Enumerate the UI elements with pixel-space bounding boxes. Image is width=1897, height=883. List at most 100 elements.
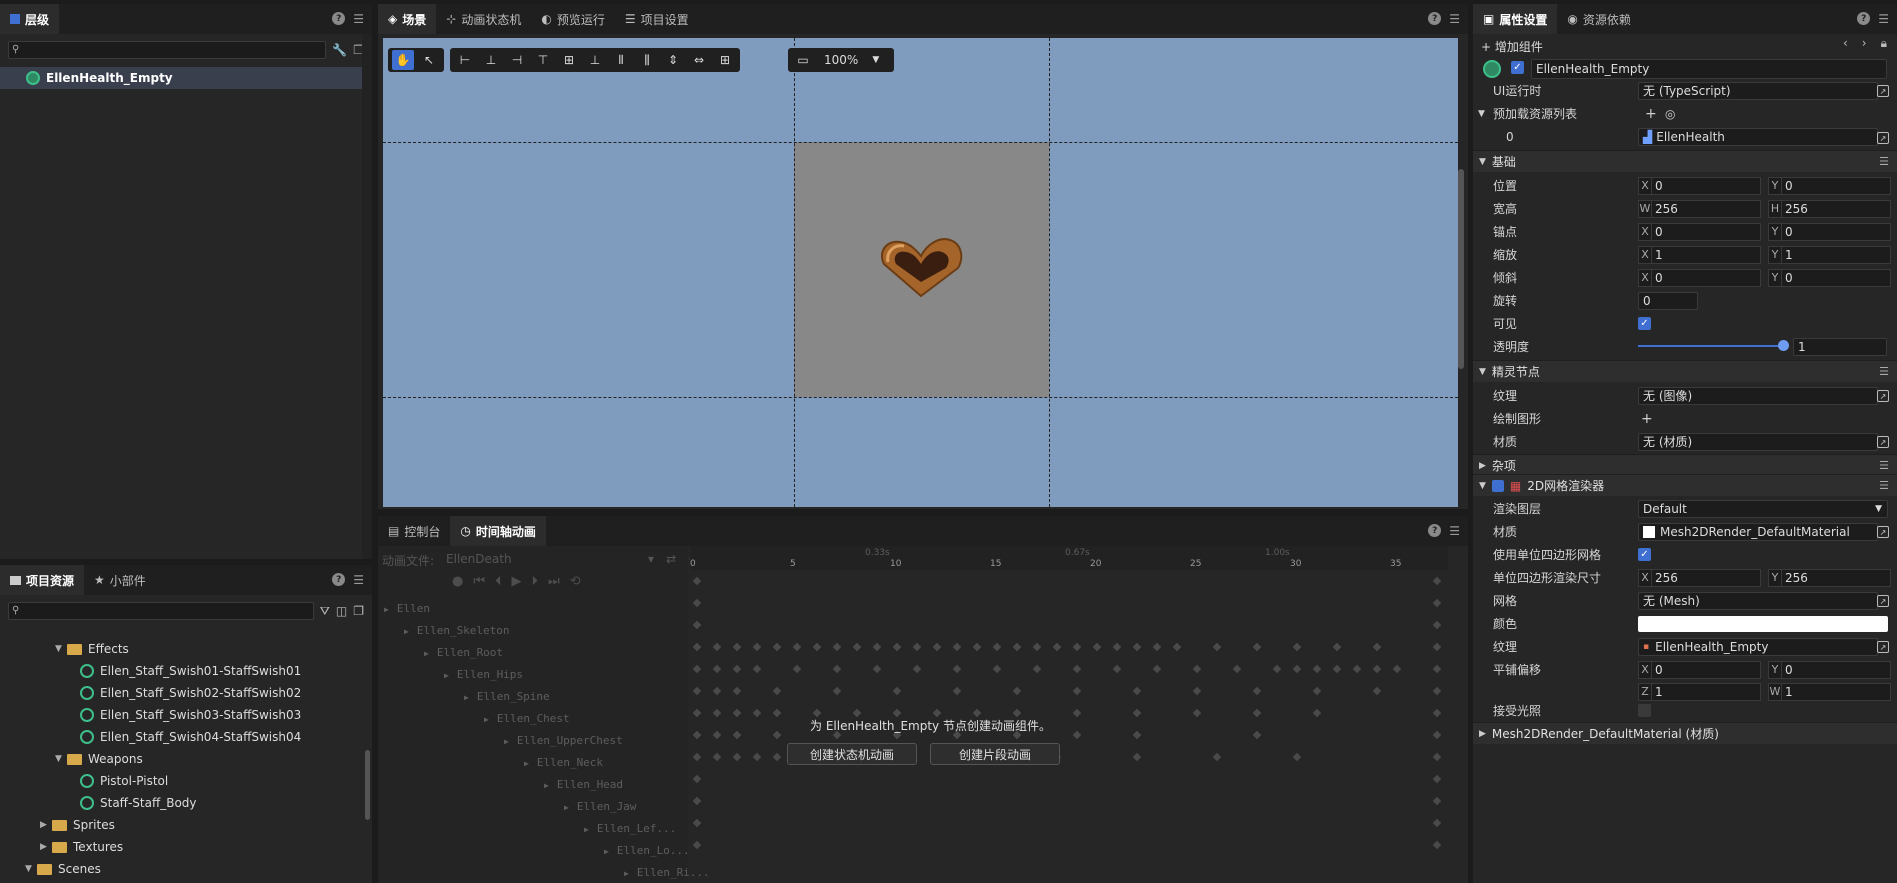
keyframe-diamond[interactable]	[1132, 708, 1142, 718]
keyframe-diamond[interactable]	[692, 576, 702, 586]
menu-icon[interactable]: ☰	[353, 573, 364, 587]
settings-icon[interactable]: ◎	[1665, 107, 1675, 121]
link-icon[interactable]: ↗	[1877, 436, 1889, 448]
asset-tree-item[interactable]: ▼ Scenes	[0, 858, 372, 880]
bone-row[interactable]: ▶ Ellen_Hips	[444, 668, 523, 686]
keyframe-diamond[interactable]	[952, 664, 962, 674]
keyframe-diamond[interactable]	[1152, 642, 1162, 652]
tab-dependencies[interactable]: ◉ 资源依赖	[1557, 4, 1641, 34]
bone-row[interactable]: ▶ Ellen_Neck	[524, 756, 603, 774]
keyframe-diamond[interactable]	[692, 730, 702, 740]
keyframe-diamond[interactable]	[1352, 664, 1362, 674]
node-name-input[interactable]: EllenHealth_Empty	[1531, 59, 1887, 79]
keyframe-diamond[interactable]	[752, 752, 762, 762]
bone-row[interactable]: ▶ Ellen_Chest	[484, 712, 570, 730]
play-icon[interactable]: ▶	[512, 574, 522, 589]
asset-tree-item[interactable]: ▼ Effects	[0, 638, 372, 660]
keyframe-diamond[interactable]	[1112, 664, 1122, 674]
tab-console[interactable]: ▤ 控制台	[378, 516, 450, 546]
keyframe-diamond[interactable]	[1432, 642, 1442, 652]
keyframe-diamond[interactable]	[1292, 752, 1302, 762]
prev-frame-icon[interactable]: ⏴	[495, 574, 502, 589]
tiling-w-field[interactable]: W1	[1768, 682, 1891, 701]
keyframe-diamond[interactable]	[732, 686, 742, 696]
tiling-x-field[interactable]: X0	[1638, 660, 1761, 679]
quad-x-field[interactable]: X 256	[1638, 568, 1761, 587]
skew-y-field[interactable]: Y0	[1768, 268, 1891, 287]
keyframe-diamond[interactable]	[1072, 664, 1082, 674]
screen-button[interactable]: ▭	[792, 50, 814, 70]
keyframe-diamond[interactable]	[1132, 752, 1142, 762]
alpha-field[interactable]: 1	[1793, 337, 1887, 356]
heart-sprite[interactable]	[878, 234, 964, 300]
slider-thumb[interactable]	[1778, 340, 1789, 351]
keyframe-diamond[interactable]	[692, 686, 702, 696]
keyframe-diamond[interactable]	[832, 664, 842, 674]
add-icon[interactable]: +	[1645, 106, 1657, 122]
keyframe-diamond[interactable]	[1012, 708, 1022, 718]
tab-hierarchy[interactable]: 层级	[0, 4, 60, 34]
section-sprite[interactable]: ▼ 精灵节点 ☰	[1473, 360, 1897, 382]
keyframe-diamond[interactable]	[1252, 730, 1262, 740]
anim-file-value[interactable]: EllenDeath	[446, 552, 636, 569]
keyframe-diamond[interactable]	[972, 642, 982, 652]
keyframe-diamond[interactable]	[692, 642, 702, 652]
keyframe-diamond[interactable]	[772, 730, 782, 740]
section-basic[interactable]: ▼ 基础 ☰	[1473, 150, 1897, 172]
link-icon[interactable]: ↗	[1877, 85, 1889, 97]
assets-search-input[interactable]: ⚲	[8, 602, 314, 620]
back-icon[interactable]: ‹	[1843, 36, 1848, 51]
record-icon[interactable]: ●	[452, 574, 463, 589]
keyframe-diamond[interactable]	[1432, 598, 1442, 608]
help-icon[interactable]: ?	[1857, 12, 1871, 25]
section-misc[interactable]: ▶ 杂项 ☰	[1473, 454, 1897, 476]
menu-icon[interactable]: ☰	[1878, 12, 1889, 26]
scene-viewport[interactable]	[383, 38, 1458, 507]
hierarchy-search-input[interactable]: ⚲	[8, 41, 327, 59]
keyframe-diamond[interactable]	[892, 642, 902, 652]
mesh-material-field[interactable]: Mesh2DRender_DefaultMaterial	[1638, 522, 1878, 541]
keyframe-diamond[interactable]	[712, 708, 722, 718]
asset-tree-item[interactable]: Ellen_Staff_Swish03-StaffSwish03	[0, 704, 372, 726]
keyframe-diamond[interactable]	[1032, 642, 1042, 652]
asset-tree-item[interactable]: ▼ Weapons	[0, 748, 372, 770]
filter-icon[interactable]: ⛛	[320, 604, 330, 619]
tab-properties[interactable]: ▣ 属性设置	[1473, 4, 1558, 34]
keyframe-diamond[interactable]	[832, 642, 842, 652]
asset-tree-item[interactable]: ▶ Sprites	[0, 814, 372, 836]
menu-icon[interactable]: ☰	[1879, 365, 1889, 378]
bone-row[interactable]: ▶ Ellen_Jaw	[564, 800, 636, 818]
keyframe-diamond[interactable]	[692, 752, 702, 762]
keyframe-diamond[interactable]	[932, 642, 942, 652]
keyframe-diamond[interactable]	[1432, 840, 1442, 850]
asset-tree-item[interactable]: Ellen_Staff_Swish01-StaffSwish01	[0, 660, 372, 682]
bone-row[interactable]: ▶ Ellen_Lo...	[604, 844, 690, 862]
asset-tree-item[interactable]: Ellen_Staff_Swish02-StaffSwish02	[0, 682, 372, 704]
sprite-material-field[interactable]: 无 (材质)	[1638, 432, 1878, 451]
keyframe-diamond[interactable]	[732, 730, 742, 740]
keyframe-diamond[interactable]	[1432, 796, 1442, 806]
keyframe-diamond[interactable]	[1372, 642, 1382, 652]
pos-y-field[interactable]: Y0	[1768, 176, 1891, 195]
keyframe-diamond[interactable]	[1252, 686, 1262, 696]
add-icon[interactable]: +	[1641, 411, 1653, 427]
distribute-h-button[interactable]: ⫴	[610, 50, 632, 70]
keyframe-diamond[interactable]	[1132, 686, 1142, 696]
first-frame-icon[interactable]: ⏮	[473, 574, 485, 589]
keyframe-diamond[interactable]	[1432, 686, 1442, 696]
keyframe-diamond[interactable]	[1072, 708, 1082, 718]
align-right-button[interactable]: ⊣	[506, 50, 528, 70]
keyframe-diamond[interactable]	[852, 642, 862, 652]
keyframe-diamond[interactable]	[1432, 818, 1442, 828]
help-icon[interactable]: ?	[1428, 524, 1442, 537]
keyframe-diamond[interactable]	[812, 708, 822, 718]
tab-project-assets[interactable]: 项目资源	[0, 565, 85, 595]
keyframe-diamond[interactable]	[1112, 642, 1122, 652]
keyframe-diamond[interactable]	[1312, 708, 1322, 718]
keyframe-diamond[interactable]	[692, 598, 702, 608]
bone-row[interactable]: ▶ Ellen_UpperChest	[504, 734, 623, 752]
keyframe-diamond[interactable]	[1152, 664, 1162, 674]
pos-x-field[interactable]: X0	[1638, 176, 1761, 195]
tab-timeline-animation[interactable]: ◷ 时间轴动画	[450, 516, 546, 546]
align-center-v-button[interactable]: ⊞	[558, 50, 580, 70]
